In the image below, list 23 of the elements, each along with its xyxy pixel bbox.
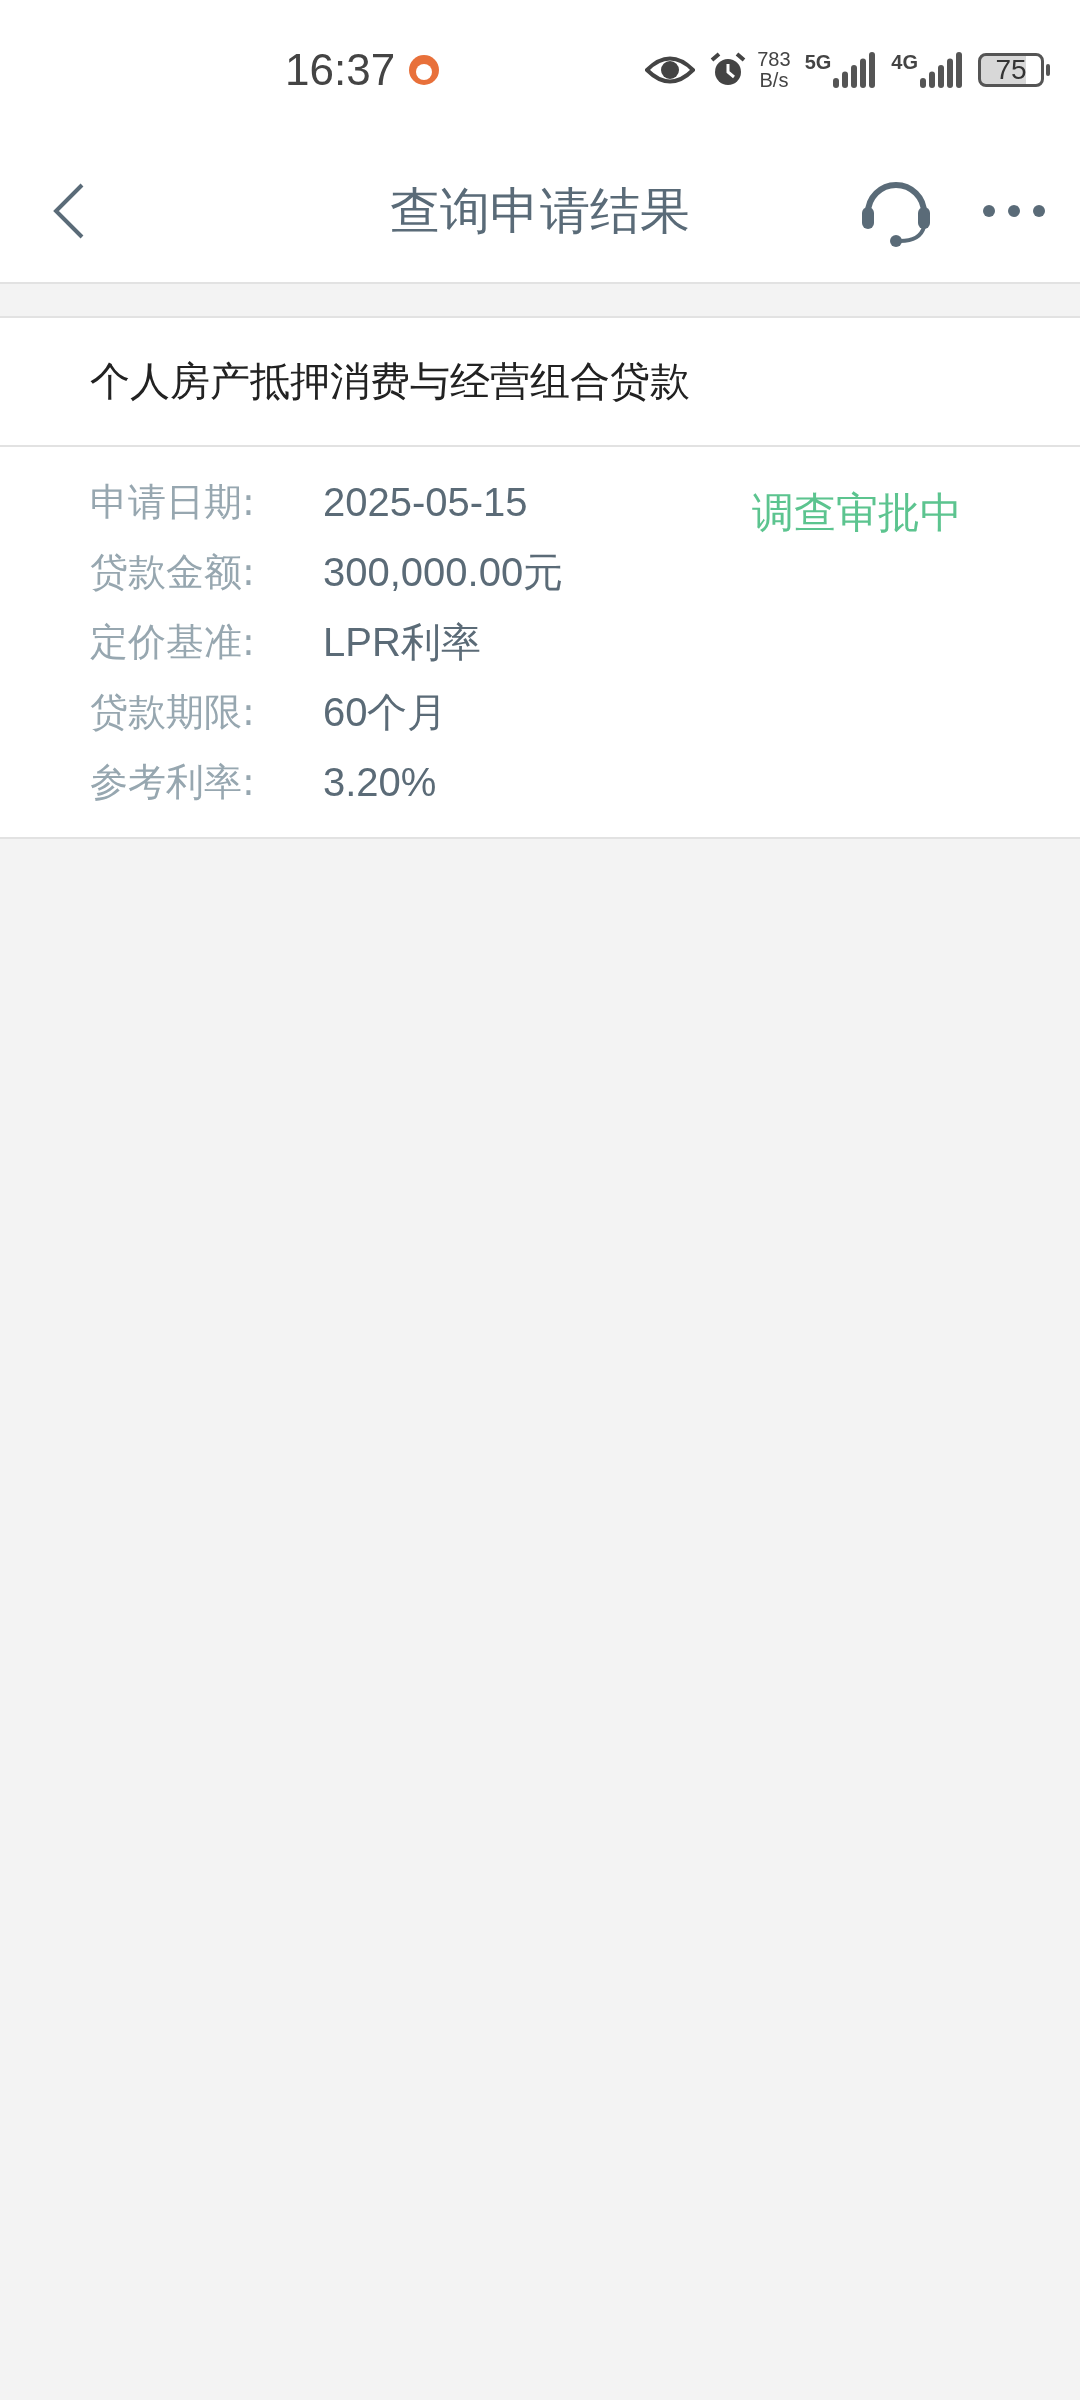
field-value: 60个月 xyxy=(323,688,448,736)
battery-level: 75 xyxy=(978,53,1044,87)
speed-unit: B/s xyxy=(759,70,789,91)
signal-icon xyxy=(918,52,964,88)
eye-icon xyxy=(645,55,696,85)
field-label: 定价基准: xyxy=(90,618,256,666)
field-value: 2025-05-15 xyxy=(323,479,528,525)
field-label: 贷款期限: xyxy=(90,688,256,736)
field-value: 3.20% xyxy=(323,759,437,805)
field-label: 申请日期: xyxy=(90,478,256,526)
clock-time: 16:37 xyxy=(285,45,396,95)
network-type: 5G xyxy=(804,52,832,72)
field-label: 贷款金额: xyxy=(90,548,256,596)
more-button[interactable] xyxy=(982,204,1046,218)
product-name: 个人房产抵押消费与经营组合贷款 xyxy=(0,318,1080,447)
signal-icon xyxy=(831,52,878,88)
field-label: 参考利率: xyxy=(90,758,256,806)
network-speed: 783 xyxy=(757,49,791,70)
field-value: LPR利率 xyxy=(323,618,481,666)
application-status: 调查审批中 xyxy=(752,487,962,539)
page-title: 查询申请结果 xyxy=(390,180,690,242)
network-type: 4G xyxy=(891,52,918,72)
field-value: 300,000.00元 xyxy=(323,548,564,596)
